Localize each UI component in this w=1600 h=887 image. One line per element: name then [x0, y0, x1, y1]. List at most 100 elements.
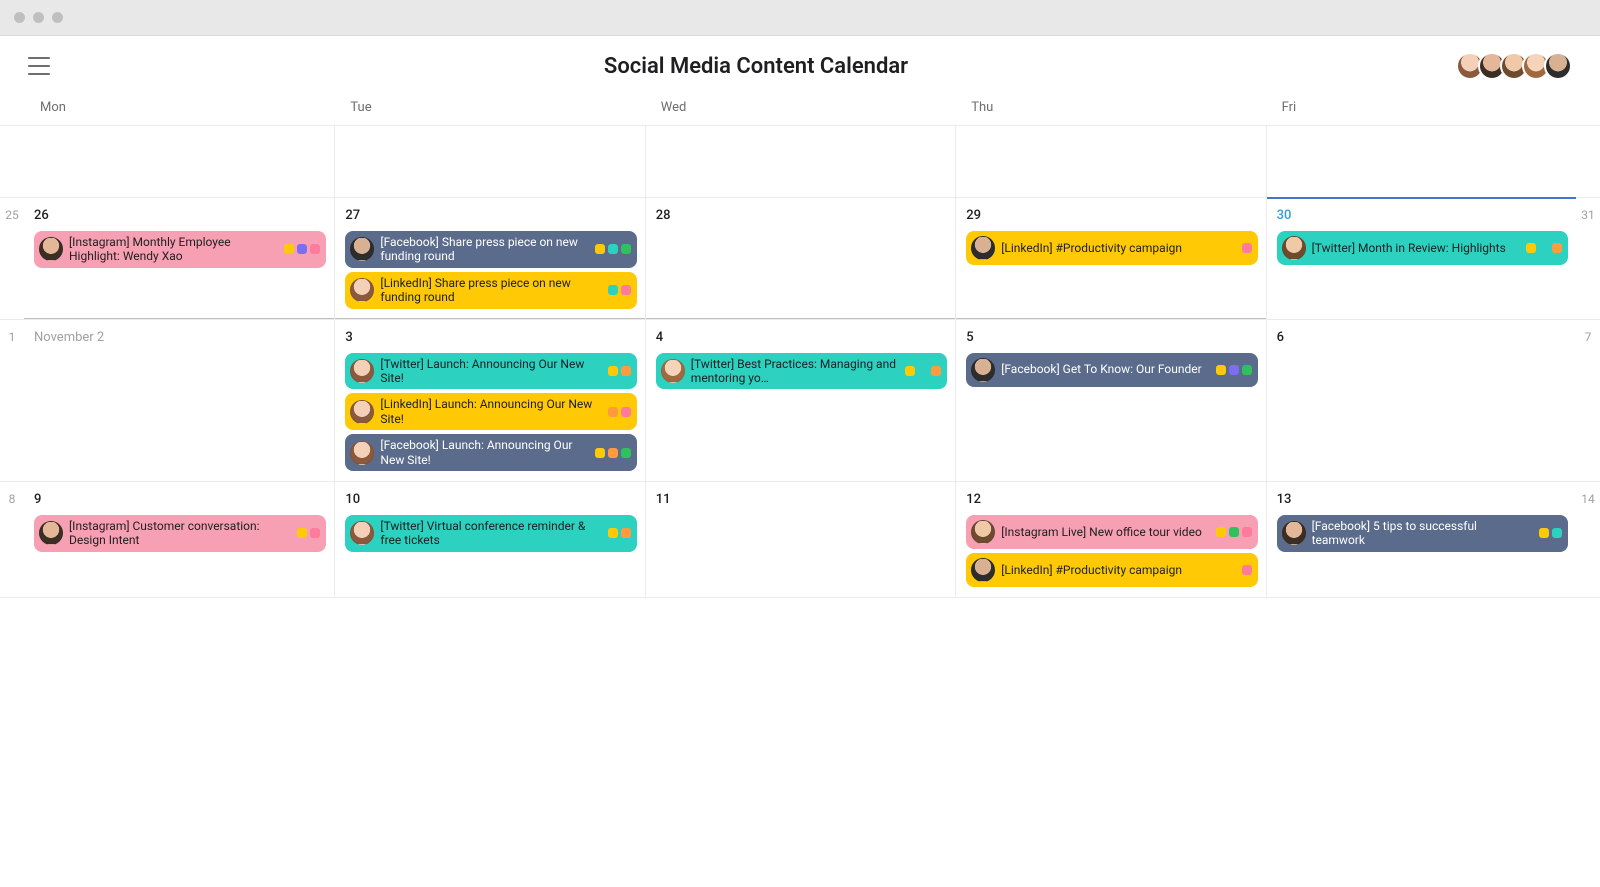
avatar [971, 558, 995, 582]
date-label: 3 [345, 330, 636, 345]
date-label: 27 [345, 208, 636, 223]
calendar-cell[interactable]: 30 [Twitter] Month in Review: Highlights [1266, 198, 1576, 319]
date-label: 5 [966, 330, 1257, 345]
calendar-event[interactable]: [LinkedIn] #Productivity campaign [966, 553, 1257, 587]
date-label: 6 [1277, 330, 1568, 345]
avatar [350, 278, 374, 302]
calendar-cell[interactable] [645, 126, 955, 197]
calendar-event[interactable]: [Instagram Live] New office tour video [966, 515, 1257, 549]
avatar [350, 237, 374, 261]
traffic-light-close[interactable] [14, 12, 25, 23]
avatar [1282, 521, 1306, 545]
calendar-event[interactable]: [Instagram] Monthly Employee Highlight: … [34, 231, 326, 268]
date-label: November 2 [34, 330, 326, 345]
avatar [1282, 236, 1306, 260]
avatar [350, 359, 374, 383]
calendar-cell[interactable]: 28 [645, 198, 955, 319]
avatar [971, 358, 995, 382]
tag-swatch [905, 366, 915, 376]
avatar [350, 441, 374, 465]
avatar [39, 521, 63, 545]
calendar-cell[interactable]: 4[Twitter] Best Practices: Managing and … [645, 320, 955, 481]
week-gutter-right: 31 [1576, 198, 1600, 319]
tag-swatch [1229, 365, 1239, 375]
avatar [39, 237, 63, 261]
calendar-cell[interactable] [24, 126, 334, 197]
event-title: [Instagram Live] New office tour video [1001, 525, 1209, 539]
event-title: [LinkedIn] #Productivity campaign [1001, 563, 1235, 577]
calendar-cell[interactable]: 6 [1266, 320, 1576, 481]
calendar-event[interactable]: [Twitter] Month in Review: Highlights [1277, 231, 1568, 265]
calendar-event[interactable]: [LinkedIn] Launch: Announcing Our New Si… [345, 393, 636, 430]
calendar-cell[interactable]: 26 [Instagram] Monthly Employee Highlight… [24, 198, 334, 319]
date-label: 30 [1277, 208, 1568, 223]
calendar-cell[interactable]: 11 [645, 482, 955, 597]
calendar-cell[interactable]: 3 [Twitter] Launch: Announcing Our New Si… [334, 320, 644, 481]
tag-swatch [621, 244, 631, 254]
tag-swatch [1539, 243, 1549, 253]
calendar-cell[interactable]: 29[LinkedIn] #Productivity campaign [955, 198, 1265, 319]
calendar-event[interactable]: [LinkedIn] Share press piece on new fund… [345, 272, 636, 309]
tag-swatch [608, 244, 618, 254]
calendar-event[interactable]: [LinkedIn] #Productivity campaign [966, 231, 1257, 265]
tag-swatch [608, 285, 618, 295]
event-tags [1526, 243, 1562, 253]
calendar-event[interactable]: [Facebook] Launch: Announcing Our New Si… [345, 434, 636, 471]
week-gutter-right [1576, 126, 1600, 197]
calendar-week [0, 126, 1600, 198]
event-title: [Twitter] Best Practices: Managing and m… [691, 357, 899, 386]
event-title: [LinkedIn] #Productivity campaign [1001, 241, 1235, 255]
calendar-event[interactable]: [Twitter] Best Practices: Managing and m… [656, 353, 947, 390]
tag-swatch [310, 244, 320, 254]
calendar-event[interactable]: [Instagram] Customer conversation: Desig… [34, 515, 326, 552]
week-gutter-right: 14 [1576, 482, 1600, 597]
calendar-event[interactable]: [Facebook] Get To Know: Our Founder [966, 353, 1257, 387]
date-label: 11 [656, 492, 947, 507]
dow-label: Mon [24, 100, 334, 115]
calendar-event[interactable]: [Facebook] Share press piece on new fund… [345, 231, 636, 268]
calendar-cell[interactable]: 12[Instagram Live] New office tour video… [955, 482, 1265, 597]
calendar-cell[interactable] [955, 126, 1265, 197]
tag-swatch [621, 285, 631, 295]
avatar[interactable] [1544, 52, 1572, 80]
event-tags [297, 528, 320, 538]
page-title: Social Media Content Calendar [50, 54, 1462, 79]
tag-swatch [297, 244, 307, 254]
tag-swatch [608, 407, 618, 417]
day-of-week-header: Mon Tue Wed Thu Fri [0, 94, 1600, 126]
calendar-cell[interactable]: 9[Instagram] Customer conversation: Desi… [24, 482, 334, 597]
tag-swatch [1242, 565, 1252, 575]
tag-swatch [608, 448, 618, 458]
event-title: [Twitter] Launch: Announcing Our New Sit… [380, 357, 601, 386]
week-gutter-left [0, 126, 24, 197]
date-label: 26 [34, 208, 326, 223]
dow-label: Wed [645, 100, 955, 115]
week-gutter-left: 25 [0, 198, 24, 319]
tag-swatch [621, 366, 631, 376]
traffic-light-max[interactable] [52, 12, 63, 23]
calendar-event[interactable]: [Facebook] 5 tips to successful teamwork [1277, 515, 1568, 552]
tag-swatch [918, 366, 928, 376]
calendar-cell[interactable]: 5 [Facebook] Get To Know: Our Founder [955, 320, 1265, 481]
calendar-cell[interactable] [334, 126, 644, 197]
event-tags [284, 244, 320, 254]
calendar-event[interactable]: [Twitter] Launch: Announcing Our New Sit… [345, 353, 636, 390]
calendar-event[interactable]: [Twitter] Virtual conference reminder & … [345, 515, 636, 552]
calendar-cell[interactable]: 13[Facebook] 5 tips to successful teamwo… [1266, 482, 1576, 597]
tag-swatch [931, 366, 941, 376]
event-tags [608, 528, 631, 538]
calendar-cell[interactable]: 27 [Facebook] Share press piece on new fu… [334, 198, 644, 319]
traffic-light-min[interactable] [33, 12, 44, 23]
menu-icon[interactable] [28, 57, 50, 75]
avatar [971, 236, 995, 260]
calendar-cell[interactable] [1266, 126, 1576, 197]
collaborator-avatars[interactable] [1462, 52, 1572, 80]
tag-swatch [1539, 528, 1549, 538]
calendar-cell[interactable]: November 2 [24, 320, 334, 481]
event-title: [Twitter] Month in Review: Highlights [1312, 241, 1520, 255]
event-title: [Instagram] Monthly Employee Highlight: … [69, 235, 278, 264]
tag-swatch [1552, 243, 1562, 253]
calendar-cell[interactable]: 10[Twitter] Virtual conference reminder … [334, 482, 644, 597]
tag-swatch [297, 528, 307, 538]
calendar-week: 25 26 [Instagram] Monthly Employee Highlig… [0, 198, 1600, 320]
